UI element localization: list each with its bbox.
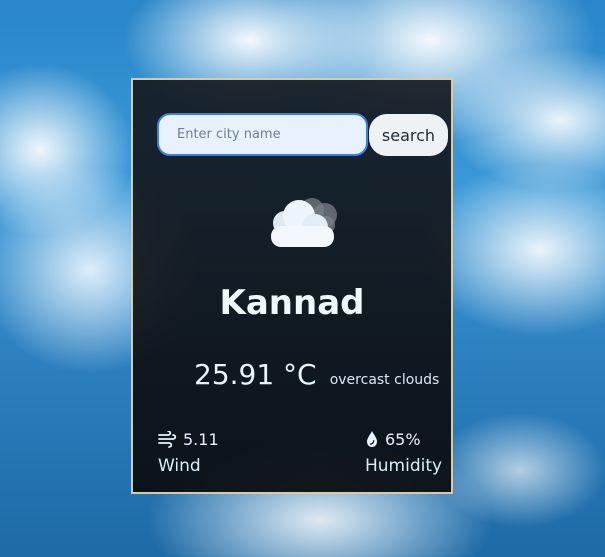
weather-description: overcast clouds <box>329 372 440 388</box>
search-bar: search <box>157 113 448 158</box>
search-button[interactable]: search <box>369 114 448 156</box>
weather-card: search Kannad 25.91 °C overcast clouds <box>131 78 453 494</box>
temperature-summary: 25.91 °C overcast clouds <box>194 358 439 391</box>
wind-value-row: 5.11 <box>158 428 219 450</box>
wind-icon <box>158 430 177 448</box>
water-drop-icon <box>365 430 379 448</box>
humidity-label: Humidity <box>365 456 443 476</box>
humidity-stat: 65% Humidity <box>365 428 443 477</box>
city-search-input[interactable] <box>157 113 368 156</box>
wind-value: 5.11 <box>183 429 219 449</box>
wind-stat: 5.11 Wind <box>158 428 219 477</box>
city-name: Kannad <box>219 283 365 323</box>
wind-label: Wind <box>158 456 201 476</box>
temperature-value: 25.91 °C <box>194 358 317 391</box>
cloud-icon <box>258 192 350 252</box>
humidity-value-row: 65% <box>365 428 442 450</box>
humidity-value: 65% <box>385 429 421 449</box>
